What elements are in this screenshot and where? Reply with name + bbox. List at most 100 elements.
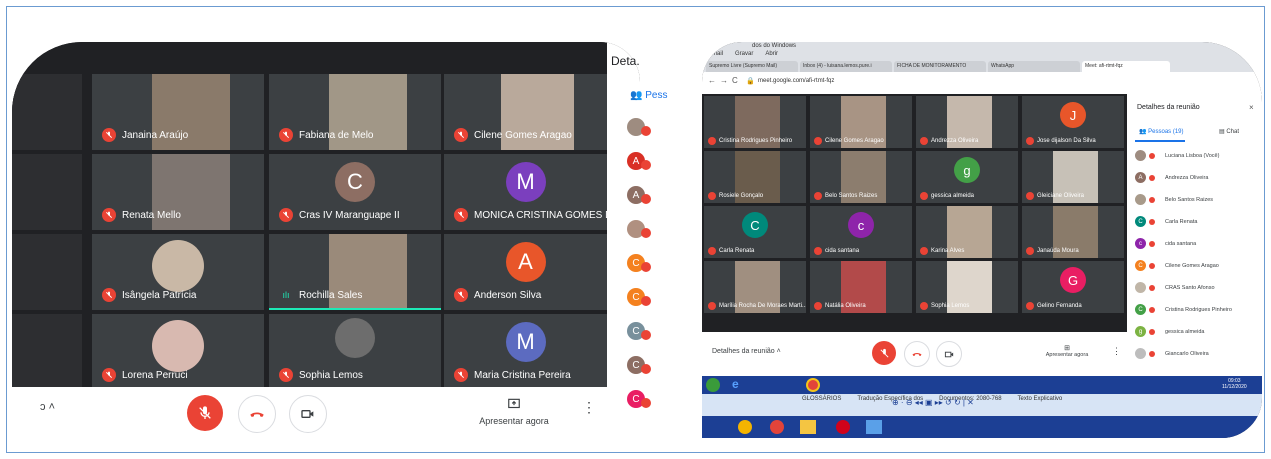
- participant-tile[interactable]: M Maria Cristina Pereira: [444, 314, 607, 390]
- participant-tile[interactable]: J Jose dijalson Da Silva: [1022, 96, 1124, 148]
- participant-name: Anderson Silva: [454, 288, 541, 302]
- opera-icon[interactable]: [836, 420, 850, 434]
- participant-tile[interactable]: Cristina Rodrigues Pinheiro: [704, 96, 806, 148]
- participant-tile[interactable]: g gessica almeida: [916, 151, 1018, 203]
- people-list-item[interactable]: g gessica almeida: [1135, 326, 1204, 337]
- participant-tile[interactable]: Isângela Patrícia: [92, 234, 264, 310]
- mic-off-icon: [1149, 306, 1155, 313]
- chrome-icon[interactable]: [806, 378, 820, 392]
- mic-off-icon: [102, 208, 116, 222]
- menu-item[interactable]: Gravar: [735, 51, 753, 57]
- browser-tab[interactable]: WhatsApp: [988, 61, 1080, 72]
- close-icon[interactable]: ×: [1249, 103, 1254, 112]
- browser-tab-bar: dos do Windows Email Gravar Abrir Supremo …: [702, 42, 1262, 72]
- ribbon-text: Texto Explicativo: [1017, 396, 1063, 402]
- back-icon[interactable]: ←: [708, 76, 716, 85]
- microphone-off-button[interactable]: [872, 341, 896, 365]
- browser-tab[interactable]: FICHA DE MONITORAMENTO: [894, 61, 986, 72]
- camera-button[interactable]: [936, 341, 962, 367]
- mic-off-icon: [1149, 284, 1155, 291]
- mic-off-icon: [641, 398, 651, 408]
- microphone-off-button[interactable]: [187, 395, 223, 431]
- menu-item[interactable]: Email: [708, 51, 723, 57]
- chevron-up-icon[interactable]: ↄ ˄: [40, 401, 55, 413]
- start-icon[interactable]: [706, 378, 720, 392]
- people-list-item[interactable]: CRAS Santo Afonso: [1135, 282, 1215, 293]
- participant-tile[interactable]: Lorena Perruci: [92, 314, 264, 390]
- person-avatar: [1135, 282, 1146, 293]
- mic-off-icon: [1149, 328, 1155, 335]
- participant-tile[interactable]: Andrezza Oliveira: [916, 96, 1018, 148]
- participant-tile[interactable]: Sophia Lemos: [269, 314, 441, 390]
- participant-avatar: M: [505, 162, 546, 202]
- people-list-item[interactable]: Belo Santos Raizes: [1135, 194, 1213, 205]
- participant-tile[interactable]: Renata Mello: [92, 154, 264, 230]
- participant-tile[interactable]: Marília Rocha De Moraes Marti...: [704, 261, 806, 313]
- mic-off-icon: [920, 137, 928, 145]
- url-text[interactable]: meet.google.com/afi-rtmt-fqz: [758, 78, 834, 84]
- participant-avatar: C: [742, 212, 768, 238]
- phone-hangup-icon: [912, 353, 922, 356]
- participant-tile[interactable]: Janaina Araújo: [92, 74, 264, 150]
- camera-button[interactable]: [289, 395, 327, 433]
- forward-icon[interactable]: →: [720, 76, 728, 85]
- people-list-item[interactable]: Luciana Lisboa (Você): [1135, 150, 1219, 161]
- leave-call-button[interactable]: [238, 395, 276, 433]
- people-list-item[interactable]: C Cristina Rodrigues Pinheiro: [1135, 304, 1232, 315]
- mic-off-icon: [1149, 240, 1155, 247]
- participant-tile[interactable]: Cilene Gomes Aragao: [444, 74, 607, 150]
- people-list-item[interactable]: C Carla Renata: [1135, 216, 1197, 227]
- participant-avatar: A: [505, 242, 546, 282]
- monitor-icon[interactable]: [866, 420, 882, 434]
- participant-name: Belo Santos Raizes: [814, 192, 877, 200]
- present-now-button[interactable]: ⊞ Apresentar agora: [1037, 344, 1097, 358]
- participant-tile[interactable]: C Cras IV Maranguape II: [269, 154, 441, 230]
- participant-name: Cras IV Maranguape II: [279, 208, 400, 222]
- browser-tab[interactable]: Meet: afi-rtmt-fqz: [1082, 61, 1170, 72]
- reload-icon[interactable]: C: [732, 76, 738, 85]
- participant-video: [152, 320, 204, 372]
- participant-tile[interactable]: Cilene Gomes Aragao: [810, 96, 912, 148]
- start-icon-2[interactable]: [738, 420, 752, 434]
- participant-tile[interactable]: C Carla Renata: [704, 206, 806, 258]
- participant-tile[interactable]: Sophia Lemos: [916, 261, 1018, 313]
- explorer-icon[interactable]: [800, 420, 816, 434]
- menu-item[interactable]: Abrir: [765, 51, 778, 57]
- ie-icon[interactable]: e: [732, 377, 739, 391]
- more-options-icon[interactable]: ⋮: [1112, 346, 1121, 357]
- mic-off-icon: [1149, 196, 1155, 203]
- participant-tile[interactable]: G Gelino Fernanda: [1022, 261, 1124, 313]
- participant-tile[interactable]: Natália Oliveira: [810, 261, 912, 313]
- present-now-button[interactable]: Apresentar agora: [474, 397, 554, 426]
- leave-call-button[interactable]: [904, 341, 930, 367]
- people-tab[interactable]: 👥 Pess: [630, 90, 667, 101]
- participant-tile[interactable]: Fabiana de Melo: [269, 74, 441, 150]
- participant-tile[interactable]: Karina Alves: [916, 206, 1018, 258]
- mic-off-icon: [920, 192, 928, 200]
- participant-tile[interactable]: ılı Rochilla Sales: [269, 234, 441, 310]
- people-tab[interactable]: 👥 Pessoas (19): [1139, 128, 1184, 135]
- people-list-item[interactable]: C Cilene Gomes Aragao: [1135, 260, 1219, 271]
- people-list-item[interactable]: c cida santana: [1135, 238, 1196, 249]
- more-options-icon[interactable]: ⋮: [582, 399, 596, 416]
- people-list-item[interactable]: A Andrezza Oliveira: [1135, 172, 1208, 183]
- participant-tile[interactable]: M MONICA CRISTINA GOMES DE ...: [444, 154, 607, 230]
- browser-tab[interactable]: Supremo Livre (Supremo Mail): [706, 61, 798, 72]
- meeting-details-toggle[interactable]: Detalhes da reunião ˄: [712, 348, 781, 355]
- browser-tab[interactable]: Inbox (4) - luisana.lemos.pure.i: [800, 61, 892, 72]
- participant-tile[interactable]: A Anderson Silva: [444, 234, 607, 310]
- participant-tile[interactable]: Janaúda Moura: [1022, 206, 1124, 258]
- media-controls[interactable]: ⊕ · ⊖ ◂◂ ▣ ▸▸ ↺ ↻ | ✕: [892, 398, 974, 407]
- participant-name: Gelino Fernanda: [1026, 302, 1082, 310]
- people-list-item[interactable]: Giancarlo Oliveira: [1135, 348, 1209, 359]
- participant-tile[interactable]: c cida santana: [810, 206, 912, 258]
- mic-off-icon: [814, 137, 822, 145]
- participant-tile[interactable]: Gleiciane Oliveira: [1022, 151, 1124, 203]
- participant-tile[interactable]: Belo Santos Raizes: [810, 151, 912, 203]
- participant-name: Cristina Rodrigues Pinheiro: [708, 137, 792, 145]
- chat-tab[interactable]: ▤ Chat: [1219, 128, 1239, 135]
- chrome-icon-2[interactable]: [770, 420, 784, 434]
- participant-avatar: C: [335, 162, 375, 202]
- participant-tile[interactable]: Rosiele Gonçalo: [704, 151, 806, 203]
- person-avatar: [1135, 348, 1146, 359]
